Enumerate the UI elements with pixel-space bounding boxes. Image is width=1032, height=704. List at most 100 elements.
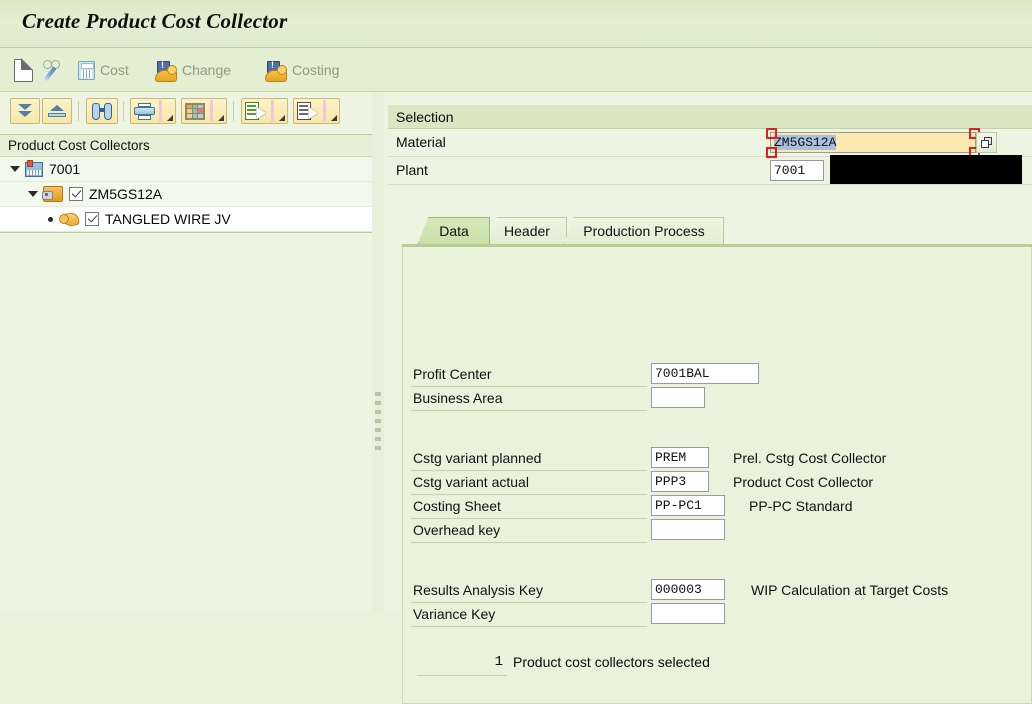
cstg-variant-actual-input[interactable]: PPP3 [651, 471, 709, 492]
field-cstg-variant-actual: Cstg variant actual PPP3 Product Cost Co… [403, 471, 1015, 495]
tree-header: Product Cost Collectors [0, 135, 372, 157]
cost-button[interactable]: Cost [78, 56, 129, 84]
list-export-green-icon [245, 102, 266, 120]
expand-all-button[interactable] [10, 98, 40, 124]
person-change-icon [155, 60, 177, 82]
plant-row: Plant 7001 [388, 155, 1032, 185]
costing-sheet-input[interactable]: PP-PC1 [651, 495, 725, 516]
plant-input[interactable]: 7001 [770, 160, 824, 181]
sap-window: Create Product Cost Collector Cost Chang… [0, 0, 1032, 704]
collapse-all-button[interactable] [42, 98, 72, 124]
new-document-icon [14, 58, 34, 82]
field-underline [411, 410, 647, 411]
export-green-chevron-down-icon[interactable] [279, 115, 285, 121]
layout-button[interactable] [181, 98, 227, 124]
results-analysis-key-input[interactable]: 000003 [651, 579, 725, 600]
page-title: Create Product Cost Collector [22, 9, 288, 33]
data-tab-panel: Profit Center 7001BAL Business Area Cstg… [402, 247, 1032, 704]
change-button[interactable]: Change [155, 56, 231, 84]
material-value-help-button[interactable] [976, 132, 997, 153]
field-overhead-key: Overhead key [403, 519, 1015, 543]
export-green-divider [271, 100, 274, 122]
business-area-input[interactable] [651, 387, 705, 408]
new-document-button[interactable] [14, 56, 34, 84]
product-cost-collectors-tree: Product Cost Collectors 7001 ZM5GS12A TA… [0, 134, 372, 233]
find-binoculars-icon [92, 102, 112, 120]
splitter-grip-icon[interactable] [375, 392, 381, 454]
tab-data-label: Data [439, 223, 469, 239]
material-row: Material ZM5GS12A [388, 128, 1032, 158]
costing-sheet-description: PP-PC Standard [749, 498, 853, 514]
costing-button[interactable]: Costing [265, 56, 339, 84]
material-label: Material [396, 134, 446, 150]
selection-section-header: Selection [388, 105, 1032, 129]
profit-center-input[interactable]: 7001BAL [651, 363, 759, 384]
tree-row-label: 7001 [49, 161, 81, 177]
tab-data[interactable]: Data [418, 217, 490, 244]
print-button-divider [159, 100, 162, 122]
results-analysis-key-value: 000003 [655, 582, 702, 597]
overhead-key-input[interactable] [651, 519, 725, 540]
tree-row[interactable]: TANGLED WIRE JV [0, 207, 372, 232]
variance-key-input[interactable] [651, 603, 725, 624]
selected-count-label: Product cost collectors selected [513, 654, 710, 670]
field-underline [411, 626, 647, 627]
production-process-icon [59, 211, 79, 227]
twisty-down-icon[interactable] [28, 191, 38, 197]
redaction-box [830, 155, 1022, 184]
selected-count-value: 1 [494, 654, 503, 670]
field-underline [411, 542, 647, 543]
tab-strip: Data Header Production Process [402, 217, 1032, 247]
tab-header[interactable]: Header [487, 217, 567, 244]
export-divider [323, 100, 326, 122]
export-button[interactable] [293, 98, 340, 124]
overhead-key-label: Overhead key [413, 522, 501, 538]
display-change-icon [43, 59, 67, 82]
print-icon [134, 102, 155, 120]
toolbar-separator-3 [233, 101, 234, 121]
calculator-icon [78, 60, 95, 80]
collapse-all-icon [48, 103, 66, 119]
print-button[interactable] [130, 98, 176, 124]
plant-label: Plant [396, 162, 428, 178]
panel-splitter[interactable] [372, 92, 384, 612]
title-bar: Create Product Cost Collector [0, 0, 1032, 48]
twisty-down-icon[interactable] [10, 166, 20, 172]
selected-count-row: 1 Product cost collectors selected [403, 651, 1015, 677]
selected-count-underline [417, 675, 507, 676]
change-button-label: Change [182, 62, 232, 78]
material-input-value: ZM5GS12A [774, 135, 837, 150]
field-variance-key: Variance Key [403, 603, 1015, 627]
detail-panel: Selection Material ZM5GS12A Plant 7001 D… [388, 92, 1032, 704]
cstg-variant-planned-input[interactable]: PREM [651, 447, 709, 468]
list-export-icon [297, 102, 318, 120]
cost-button-label: Cost [100, 62, 129, 78]
expand-all-icon [16, 103, 34, 119]
material-input[interactable]: ZM5GS12A [770, 132, 976, 153]
tree-row-checkbox[interactable] [69, 187, 83, 201]
results-analysis-key-label: Results Analysis Key [413, 582, 543, 598]
bullet-icon [48, 216, 53, 222]
tree-row-checkbox[interactable] [85, 212, 99, 226]
tree-toolbar [0, 92, 372, 134]
find-button[interactable] [86, 98, 118, 124]
toolbar-separator-1 [78, 101, 79, 121]
print-chevron-down-icon[interactable] [167, 115, 173, 121]
toolbar-separator-2 [123, 101, 124, 121]
costing-button-label: Costing [292, 62, 340, 78]
tree-row[interactable]: ZM5GS12A [0, 182, 372, 207]
display-change-button[interactable] [43, 56, 67, 84]
field-business-area: Business Area [403, 387, 1015, 411]
layout-grid-icon [185, 102, 205, 120]
tab-production-process[interactable]: Production Process [564, 217, 724, 244]
cstg-variant-planned-description: Prel. Cstg Cost Collector [733, 450, 887, 466]
cstg-variant-planned-label: Cstg variant planned [413, 450, 542, 466]
profit-center-label: Profit Center [413, 366, 492, 382]
cstg-variant-planned-value: PREM [655, 450, 687, 465]
tree-row[interactable]: 7001 [0, 157, 372, 182]
person-costing-icon [265, 60, 287, 82]
layout-chevron-down-icon[interactable] [218, 115, 224, 121]
field-results-analysis-key: Results Analysis Key 000003 WIP Calculat… [403, 579, 1015, 603]
export-green-button[interactable] [241, 98, 288, 124]
export-chevron-down-icon[interactable] [331, 115, 337, 121]
